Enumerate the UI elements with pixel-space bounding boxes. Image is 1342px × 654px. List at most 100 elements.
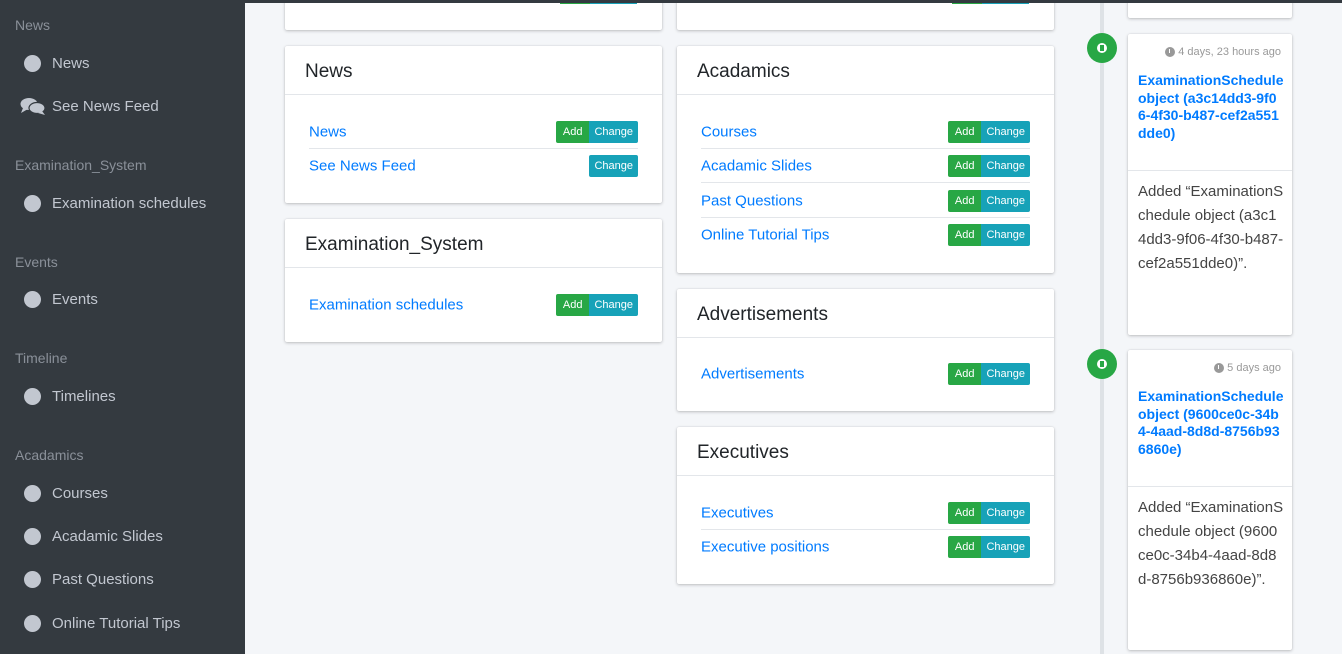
change-button[interactable]: Change [589, 294, 638, 316]
model-row-courses: Courses Add Change [701, 115, 1030, 149]
app-card-partial [285, 0, 662, 30]
add-button[interactable]: Add [947, 363, 982, 385]
circle-icon [24, 387, 41, 405]
change-button[interactable]: Change [981, 154, 1030, 177]
app-card-executives: Executives Executives Add Change Executi… [677, 427, 1054, 584]
app-card-partial [677, 0, 1054, 30]
sidebar-item-events[interactable]: Events [0, 279, 245, 319]
sidebar-item-label: Timelines [52, 387, 116, 405]
change-button[interactable]: Change [981, 120, 1030, 143]
sidebar-item-courses[interactable]: Courses [0, 473, 245, 513]
divider [285, 94, 662, 95]
sidebar-header-events: Events [15, 254, 58, 270]
sidebar-header-news: News [15, 17, 51, 33]
add-button[interactable]: Add [947, 154, 982, 177]
model-row-executives: Executives Add Change [701, 496, 1030, 530]
change-button[interactable]: Change [981, 189, 1030, 212]
sidebar-item-acadamic-slides[interactable]: Acadamic Slides [0, 516, 245, 556]
sidebar-item-label: News [52, 54, 90, 72]
button-group: Add Change [947, 224, 1030, 246]
model-link-executives[interactable]: Executives [701, 504, 774, 521]
button-group: Change [589, 155, 638, 177]
sidebar-item-examination-schedules[interactable]: Examination schedules [0, 183, 245, 223]
timeline-item-link[interactable]: ExaminationSchedule object (9600ce0c-34b… [1138, 388, 1284, 458]
card-title: News [305, 61, 353, 82]
timeline-item-body: Added “ExaminationSchedule object (9600c… [1138, 499, 1284, 588]
model-row-advertisements: Advertisements Add Change [701, 357, 1030, 391]
change-button[interactable]: Change [981, 363, 1030, 385]
circle-icon [24, 527, 41, 545]
sidebar-item-timelines[interactable]: Timelines [0, 376, 245, 416]
circle-icon [24, 290, 41, 308]
add-button[interactable]: Add [555, 120, 590, 143]
circle-icon [24, 194, 41, 212]
sidebar-item-label: Courses [52, 484, 108, 502]
divider [285, 267, 662, 268]
sidebar-item-label: See News Feed [52, 97, 159, 115]
divider [677, 475, 1054, 476]
sidebar-item-see-news-feed[interactable]: See News Feed [0, 86, 245, 126]
model-row-see-news-feed: See News Feed Change [309, 149, 638, 183]
timestamp-text: 4 days, 23 hours ago [1178, 46, 1281, 58]
sidebar-header-timeline: Timeline [15, 350, 68, 366]
model-link-courses[interactable]: Courses [701, 123, 757, 140]
model-link-past-questions[interactable]: Past Questions [701, 192, 803, 209]
add-button[interactable]: Add [947, 536, 982, 558]
add-button[interactable]: Add [947, 189, 982, 212]
sidebar-item-label: Events [52, 290, 98, 308]
model-link-online-tutorial-tips[interactable]: Online Tutorial Tips [701, 227, 829, 244]
model-row-online-tutorial-tips: Online Tutorial Tips Add Change [701, 218, 1030, 252]
sidebar-item-past-questions[interactable]: Past Questions [0, 559, 245, 599]
clock-icon [1165, 47, 1176, 57]
add-button[interactable]: Add [947, 120, 982, 143]
button-group: Add Change [555, 294, 638, 316]
button-group: Add Change [947, 536, 1030, 558]
button-group: Add Change [947, 189, 1030, 212]
sidebar-item-label: Examination schedules [52, 194, 207, 212]
sidebar-item-news[interactable]: News [0, 43, 245, 83]
top-border [0, 0, 1342, 3]
add-button[interactable]: Add [555, 294, 590, 316]
change-button[interactable]: Change [981, 224, 1030, 246]
model-link-see-news-feed[interactable]: See News Feed [309, 158, 416, 175]
divider [1128, 170, 1292, 171]
timestamp: 5 days ago [1214, 362, 1281, 374]
sidebar-header-examination-system: Examination_System [15, 157, 147, 173]
timeline-line [1100, 0, 1104, 654]
add-button[interactable]: Add [947, 224, 982, 246]
circle-icon [24, 570, 41, 588]
model-link-examination-schedules[interactable]: Examination schedules [309, 297, 463, 314]
change-button[interactable]: Change [589, 120, 638, 143]
button-group: Add Change [555, 120, 638, 143]
model-link-executive-positions[interactable]: Executive positions [701, 539, 829, 556]
sidebar-item-label: Past Questions [52, 570, 154, 588]
circle-icon [24, 484, 41, 502]
sidebar-header-acadamics: Acadamics [15, 447, 84, 463]
comments-icon [20, 98, 46, 115]
button-group: Add Change [947, 120, 1030, 143]
timestamp: 4 days, 23 hours ago [1165, 46, 1281, 58]
plus-circle-icon [1087, 349, 1117, 379]
change-button[interactable]: Change [981, 501, 1030, 524]
clock-icon [1214, 363, 1225, 373]
model-link-advertisements[interactable]: Advertisements [701, 366, 804, 383]
card-title: Examination_System [305, 234, 484, 255]
sidebar-item-online-tutorial-tips[interactable]: Online Tutorial Tips [0, 603, 245, 643]
sidebar-item-label: Online Tutorial Tips [52, 614, 181, 632]
change-button[interactable]: Change [589, 155, 638, 177]
circle-icon [24, 54, 41, 72]
timeline-item-body: Added “ExaminationSchedule object (a3c14… [1138, 183, 1284, 272]
button-group: Add Change [947, 154, 1030, 177]
model-link-news[interactable]: News [309, 123, 347, 140]
timeline-item: 5 days ago ExaminationSchedule object (9… [1128, 350, 1292, 650]
add-button[interactable]: Add [947, 501, 982, 524]
change-button[interactable]: Change [981, 536, 1030, 558]
app-card-advertisements: Advertisements Advertisements Add Change [677, 289, 1054, 411]
timestamp-text: 5 days ago [1227, 362, 1281, 374]
model-link-acadamic-slides[interactable]: Acadamic Slides [701, 157, 812, 174]
timeline-item: 4 days, 23 hours ago ExaminationSchedule… [1128, 34, 1292, 335]
app-card-acadamics: Acadamics Courses Add Change Acadamic Sl… [677, 46, 1054, 273]
model-row-examination-schedules: Examination schedules Add Change [309, 288, 638, 322]
divider [1128, 486, 1292, 487]
timeline-item-link[interactable]: ExaminationSchedule object (a3c14dd3-9f0… [1138, 72, 1284, 142]
